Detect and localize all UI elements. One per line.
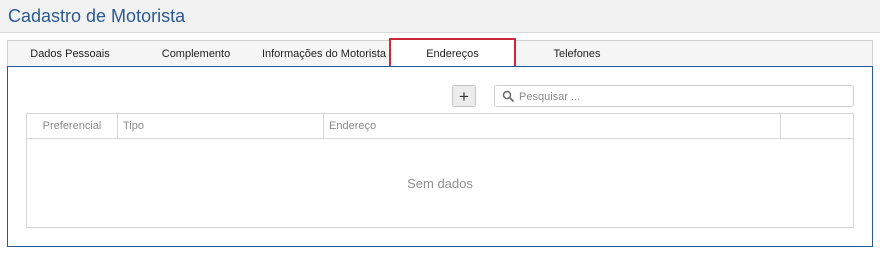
tab-complemento[interactable]: Complemento [140, 40, 252, 67]
column-header-tipo[interactable]: Tipo [118, 114, 324, 138]
column-header-endereco[interactable]: Endereço [324, 114, 781, 138]
page-title: Cadastro de Motorista [8, 6, 186, 26]
empty-state-text: Sem dados [407, 175, 473, 191]
grid-header: Preferencial Tipo Endereço [27, 114, 853, 139]
title-bar: Cadastro de Motorista [0, 0, 880, 33]
search-field[interactable] [494, 85, 854, 107]
column-header-preferencial[interactable]: Preferencial [27, 114, 118, 138]
addresses-grid: Preferencial Tipo Endereço Sem dados [26, 113, 854, 228]
column-header-actions [781, 114, 853, 138]
add-button[interactable]: + [452, 85, 476, 107]
tab-informacoes-do-motorista[interactable]: Informações do Motorista [258, 40, 390, 67]
search-icon [502, 90, 514, 102]
tab-enderecos[interactable]: Endereços [389, 38, 516, 69]
tab-telefones[interactable]: Telefones [520, 40, 634, 67]
search-input[interactable] [517, 88, 851, 106]
tab-dados-pessoais[interactable]: Dados Pessoais [8, 40, 132, 67]
